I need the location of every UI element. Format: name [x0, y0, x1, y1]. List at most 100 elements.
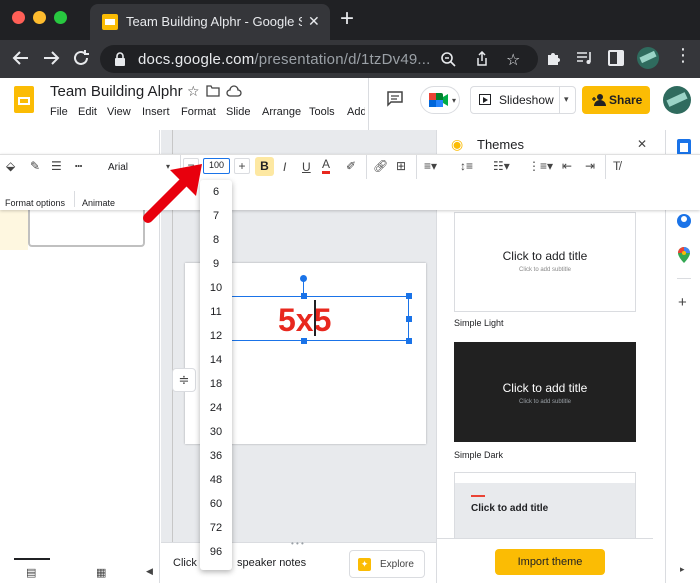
side-apps-divider: [677, 278, 691, 279]
media-control-icon[interactable]: [576, 50, 594, 66]
vertical-align-icon[interactable]: ≑: [172, 368, 196, 392]
document-title[interactable]: Team Building Alphr: [50, 83, 183, 100]
font-size-option[interactable]: 72: [200, 516, 232, 540]
italic-button[interactable]: I: [283, 160, 286, 174]
get-addons-plus-icon[interactable]: +: [678, 294, 687, 311]
new-tab-button[interactable]: +: [340, 5, 354, 33]
decrease-indent-icon[interactable]: ⇤: [562, 159, 572, 173]
notes-resize-handle[interactable]: • • •: [291, 539, 304, 548]
increase-indent-icon[interactable]: ⇥: [585, 159, 595, 173]
font-size-option[interactable]: 36: [200, 444, 232, 468]
slideshow-dropdown-icon[interactable]: ▾: [564, 94, 569, 105]
hide-side-panel-icon[interactable]: ▸: [680, 564, 685, 575]
format-options-button[interactable]: Format options: [5, 193, 65, 211]
menu-edit[interactable]: Edit: [78, 106, 97, 118]
slide-text[interactable]: 5x5: [278, 302, 331, 339]
font-size-option[interactable]: 14: [200, 348, 232, 372]
comment-history-icon[interactable]: [386, 90, 404, 108]
font-size-option[interactable]: 18: [200, 372, 232, 396]
font-size-option[interactable]: 48: [200, 468, 232, 492]
menu-format[interactable]: Format: [181, 106, 216, 118]
bookmark-star-icon[interactable]: ☆: [506, 50, 520, 70]
fill-color-icon[interactable]: ⬙: [6, 159, 15, 173]
text-color-button[interactable]: A: [322, 158, 331, 174]
font-size-option[interactable]: 10: [200, 276, 232, 300]
maximize-window-button[interactable]: [54, 11, 67, 24]
extensions-puzzle-icon[interactable]: [546, 50, 562, 66]
resize-handle-top-right[interactable]: [406, 293, 412, 299]
collapse-filmstrip-icon[interactable]: ◀: [146, 566, 153, 577]
font-name-select[interactable]: Arial: [108, 162, 128, 173]
share-page-icon[interactable]: [474, 51, 490, 67]
border-weight-icon[interactable]: ☰: [51, 159, 62, 173]
font-size-option[interactable]: 96: [200, 540, 232, 564]
move-folder-icon[interactable]: [206, 85, 220, 97]
align-icon[interactable]: ≡▾: [424, 159, 437, 173]
menu-slide[interactable]: Slide: [226, 106, 250, 118]
browser-tab[interactable]: Team Building Alphr - Google S ✕: [90, 4, 330, 40]
back-icon[interactable]: [10, 47, 32, 69]
font-size-option[interactable]: 8: [200, 228, 232, 252]
account-avatar[interactable]: [663, 86, 691, 114]
highlight-color-icon[interactable]: ✐: [346, 159, 356, 173]
font-size-option[interactable]: 12: [200, 324, 232, 348]
bulleted-list-icon[interactable]: ☷▾: [493, 159, 510, 173]
bold-button[interactable]: B: [255, 157, 274, 176]
menu-view[interactable]: View: [107, 106, 131, 118]
share-button[interactable]: Share: [582, 86, 650, 114]
minimize-window-button[interactable]: [33, 11, 46, 24]
profile-avatar[interactable]: [637, 47, 659, 69]
import-theme-button[interactable]: Import theme: [495, 549, 605, 575]
lock-icon[interactable]: [114, 52, 126, 66]
calendar-icon[interactable]: [677, 139, 691, 155]
import-theme-bar: Import theme: [437, 538, 653, 583]
underline-button[interactable]: U: [302, 160, 311, 174]
font-size-option[interactable]: 60: [200, 492, 232, 516]
chrome-menu-icon[interactable]: ⋮: [674, 46, 692, 64]
line-spacing-icon[interactable]: ↕≡: [460, 159, 473, 173]
address-bar[interactable]: docs.google.com/presentation/d/1tzDv49..…: [100, 45, 538, 73]
animate-button[interactable]: Animate: [82, 193, 115, 211]
slides-logo-icon[interactable]: [14, 86, 34, 113]
border-dash-icon[interactable]: ┅: [75, 159, 82, 173]
star-icon[interactable]: ☆: [187, 83, 200, 100]
forward-icon[interactable]: [40, 47, 62, 69]
explore-button[interactable]: ✦ Explore: [349, 550, 425, 578]
resize-handle-top[interactable]: [301, 293, 307, 299]
menu-addons[interactable]: Add: [347, 106, 365, 118]
border-color-icon[interactable]: ✎: [30, 159, 40, 173]
text-box[interactable]: 5x5: [230, 296, 409, 341]
numbered-list-icon[interactable]: ⋮≡▾: [528, 159, 553, 173]
font-size-option[interactable]: 24: [200, 396, 232, 420]
menu-insert[interactable]: Insert: [142, 106, 170, 118]
menu-arrange[interactable]: Arrange: [262, 106, 301, 118]
filmstrip-view-icon[interactable]: ▦: [96, 566, 106, 579]
resize-handle-bottom-right[interactable]: [406, 338, 412, 344]
resize-handle-bottom[interactable]: [301, 338, 307, 344]
meet-button[interactable]: ▾: [420, 86, 460, 114]
side-panel-icon[interactable]: [608, 50, 624, 66]
maps-icon[interactable]: [678, 247, 690, 263]
grid-view-icon[interactable]: ▤: [26, 566, 36, 579]
rotate-handle[interactable]: [300, 275, 307, 282]
slideshow-button[interactable]: Slideshow ▾: [470, 86, 576, 114]
add-comment-icon[interactable]: ⊞: [396, 159, 406, 173]
themes-title: Themes: [477, 137, 524, 152]
close-tab-icon[interactable]: ✕: [308, 13, 320, 30]
theme-simple-light[interactable]: Click to add title Click to add subtitle: [454, 212, 636, 312]
increase-font-size-button[interactable]: +: [234, 158, 250, 174]
font-size-option[interactable]: 11: [200, 300, 232, 324]
font-size-option[interactable]: 9: [200, 252, 232, 276]
reload-icon[interactable]: [70, 47, 92, 69]
insert-link-icon[interactable]: 🔗︎: [373, 159, 388, 173]
font-size-option[interactable]: 30: [200, 420, 232, 444]
theme-simple-dark[interactable]: Click to add title Click to add subtitle: [454, 342, 636, 442]
resize-handle-right[interactable]: [406, 316, 412, 322]
close-themes-icon[interactable]: ✕: [637, 137, 647, 151]
clear-formatting-icon[interactable]: T̸: [613, 159, 620, 173]
zoom-icon[interactable]: [440, 51, 456, 67]
menu-tools[interactable]: Tools: [309, 106, 335, 118]
contacts-icon[interactable]: [677, 214, 691, 228]
menu-file[interactable]: File: [50, 106, 68, 118]
close-window-button[interactable]: [12, 11, 25, 24]
